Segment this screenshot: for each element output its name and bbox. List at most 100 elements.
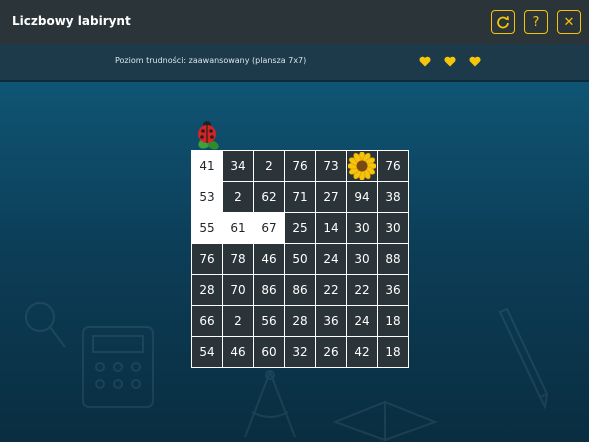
maze-cell[interactable]: 25 (285, 213, 315, 243)
maze-cell[interactable]: 24 (316, 244, 346, 274)
cell-value: 86 (292, 283, 308, 297)
cell-value: 26 (323, 345, 339, 359)
restart-button[interactable] (491, 10, 515, 34)
maze-cell[interactable]: 26 (316, 337, 346, 367)
maze-cell[interactable]: 2 (223, 306, 253, 336)
maze-cell[interactable]: 53 (192, 182, 222, 212)
maze-cell[interactable]: 73 (316, 151, 346, 181)
title-bar: Liczbowy labirynt ? ✕ (0, 0, 589, 44)
cell-value: 28 (199, 283, 215, 297)
cell-value: 22 (323, 283, 339, 297)
maze-cell[interactable]: 22 (347, 275, 377, 305)
maze-cell[interactable]: 76 (285, 151, 315, 181)
cell-value: 2 (234, 314, 242, 328)
maze-cell[interactable]: 2 (254, 151, 284, 181)
maze-cell[interactable]: 55 (192, 213, 222, 243)
cell-value: 53 (199, 190, 215, 204)
maze-cell[interactable]: 18 (378, 306, 408, 336)
cell-value: 28 (292, 314, 308, 328)
maze-cell[interactable]: 67 (254, 213, 284, 243)
maze-cell[interactable]: 36 (316, 306, 346, 336)
maze-cell[interactable]: 94 (347, 182, 377, 212)
maze-cell[interactable]: 36 (378, 275, 408, 305)
cell-value: 14 (323, 221, 339, 235)
heart-icon (469, 56, 481, 67)
cell-value: 38 (385, 190, 401, 204)
heart-icon (419, 56, 431, 67)
maze-cell[interactable]: 32 (285, 337, 315, 367)
close-icon: ✕ (563, 14, 575, 30)
maze-cell[interactable]: 24 (347, 306, 377, 336)
maze-cell[interactable]: 88 (378, 244, 408, 274)
number-maze-board: 41 34 2 76 73 76 53 2 62 71 27 94 38 55 61 67 25 14 30 30 76… (191, 150, 409, 368)
cell-value: 41 (199, 159, 215, 173)
maze-cell[interactable]: 86 (254, 275, 284, 305)
maze-cell[interactable]: 46 (254, 244, 284, 274)
heart-icon (444, 56, 456, 67)
cell-value: 66 (199, 314, 215, 328)
maze-cell[interactable]: 66 (192, 306, 222, 336)
cell-value: 88 (385, 252, 401, 266)
cell-value: 70 (230, 283, 246, 297)
maze-cell[interactable]: 14 (316, 213, 346, 243)
maze-cell[interactable]: 28 (192, 275, 222, 305)
cell-value: 56 (261, 314, 277, 328)
cell-value: 62 (261, 190, 277, 204)
cell-value: 67 (261, 221, 277, 235)
maze-cell[interactable]: 38 (378, 182, 408, 212)
cell-value: 34 (230, 159, 246, 173)
cell-value: 55 (199, 221, 215, 235)
maze-cell[interactable]: 22 (316, 275, 346, 305)
cell-value: 2 (234, 190, 242, 204)
maze-cell[interactable]: 27 (316, 182, 346, 212)
maze-cell[interactable]: 50 (285, 244, 315, 274)
maze-cell[interactable]: 62 (254, 182, 284, 212)
cell-value: 36 (385, 283, 401, 297)
maze-cell[interactable]: 30 (347, 213, 377, 243)
maze-cell[interactable]: 56 (254, 306, 284, 336)
maze-cell[interactable]: 30 (347, 244, 377, 274)
close-button[interactable]: ✕ (557, 10, 581, 34)
pencil-doodle-icon (498, 307, 549, 411)
cell-value: 2 (265, 159, 273, 173)
cell-value: 78 (230, 252, 246, 266)
maze-cell[interactable]: 61 (223, 213, 253, 243)
cell-value: 76 (199, 252, 215, 266)
compass-doodle-icon (244, 370, 296, 438)
cell-value: 22 (354, 283, 370, 297)
maze-cell[interactable]: 18 (378, 337, 408, 367)
maze-cell[interactable]: 2 (223, 182, 253, 212)
maze-cell[interactable]: 71 (285, 182, 315, 212)
maze-cell[interactable]: 78 (223, 244, 253, 274)
maze-cell[interactable]: 28 (285, 306, 315, 336)
difficulty-label: Poziom trudności: zaawansowany (plansza … (115, 56, 307, 65)
cell-value: 71 (292, 190, 308, 204)
help-button[interactable]: ? (524, 10, 548, 34)
goal-cell[interactable] (347, 151, 377, 181)
restart-icon (497, 16, 509, 29)
ladybug-icon (198, 121, 219, 150)
maze-cell[interactable]: 54 (192, 337, 222, 367)
maze-cell[interactable]: 34 (223, 151, 253, 181)
maze-cell[interactable]: 76 (378, 151, 408, 181)
maze-cell[interactable]: 76 (192, 244, 222, 274)
maze-cell[interactable]: 46 (223, 337, 253, 367)
maze-cell[interactable]: 30 (378, 213, 408, 243)
cell-value: 76 (385, 159, 401, 173)
maze-cell[interactable]: 86 (285, 275, 315, 305)
cell-value: 86 (261, 283, 277, 297)
cell-value: 30 (385, 221, 401, 235)
maze-cell[interactable]: 41 (192, 151, 222, 181)
cell-value: 50 (292, 252, 308, 266)
cell-value: 18 (385, 345, 401, 359)
cell-value: 61 (230, 221, 246, 235)
status-bar: Poziom trudności: zaawansowany (plansza … (0, 44, 589, 82)
maze-cell[interactable]: 60 (254, 337, 284, 367)
cell-value: 46 (261, 252, 277, 266)
maze-cell[interactable]: 42 (347, 337, 377, 367)
maze-cell[interactable]: 70 (223, 275, 253, 305)
cell-value: 73 (323, 159, 339, 173)
app-title: Liczbowy labirynt (12, 14, 131, 28)
cell-value: 24 (323, 252, 339, 266)
cell-value: 54 (199, 345, 215, 359)
